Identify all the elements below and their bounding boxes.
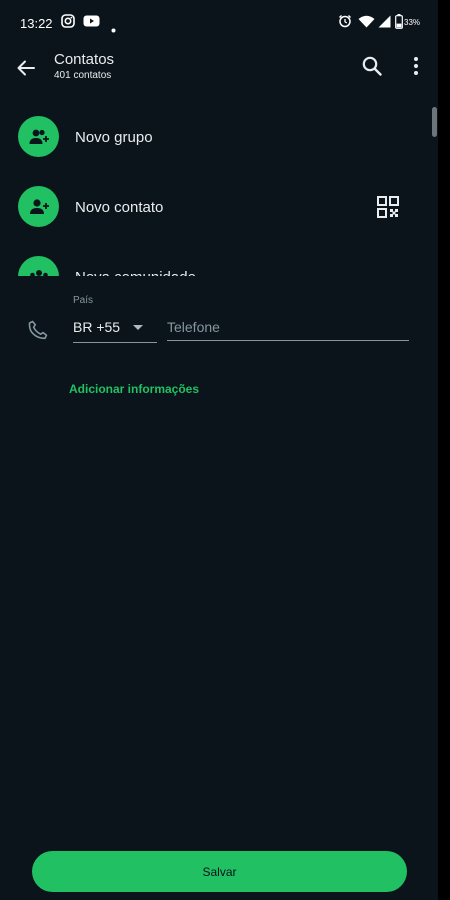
- battery-icon: [395, 14, 403, 34]
- country-code-value: BR +55: [73, 319, 121, 335]
- qr-code-button[interactable]: [377, 196, 399, 218]
- instagram-icon: [61, 14, 75, 33]
- page-title: Contatos: [54, 51, 115, 68]
- alarm-icon: [338, 14, 352, 33]
- wifi-icon: [358, 15, 375, 33]
- battery-percent: 33%: [404, 18, 421, 27]
- qr-code-icon: [377, 196, 399, 218]
- status-time: 13:22: [20, 16, 53, 31]
- contacts-count: 401 contatos: [54, 70, 112, 81]
- add-info-link[interactable]: Adicionar informações: [69, 382, 199, 396]
- search-icon: [362, 56, 382, 76]
- search-button[interactable]: [360, 54, 384, 78]
- list-item-new-group[interactable]: Novo grupo: [0, 105, 438, 169]
- save-button[interactable]: Salvar: [32, 851, 407, 892]
- more-vert-icon: [414, 57, 418, 75]
- dot-icon: [111, 20, 116, 38]
- back-arrow-icon: [17, 60, 35, 76]
- phone-field[interactable]: [167, 315, 409, 341]
- group-add-icon: [18, 116, 59, 157]
- country-label: País: [73, 295, 94, 306]
- signal-icon: [378, 15, 391, 33]
- more-options-button[interactable]: [404, 54, 428, 78]
- phone-icon: [26, 318, 50, 342]
- phone-input[interactable]: [167, 315, 407, 339]
- country-code-select[interactable]: BR +55: [73, 315, 157, 343]
- new-contact-sheet: [0, 276, 438, 900]
- chevron-down-icon: [133, 325, 143, 330]
- save-button-label: Salvar: [202, 864, 237, 879]
- list-item-label: Novo contato: [75, 199, 164, 216]
- screen-edge: [438, 0, 450, 900]
- list-item-label: Novo grupo: [75, 129, 153, 146]
- person-add-icon: [18, 186, 59, 227]
- youtube-icon: [83, 14, 100, 33]
- screen: 13:22 33% Contatos 401 contatos Novo gru…: [0, 0, 438, 900]
- status-bar: 13:22 33%: [0, 0, 438, 44]
- back-button[interactable]: [14, 56, 38, 80]
- list-item-new-contact[interactable]: Novo contato: [0, 175, 438, 239]
